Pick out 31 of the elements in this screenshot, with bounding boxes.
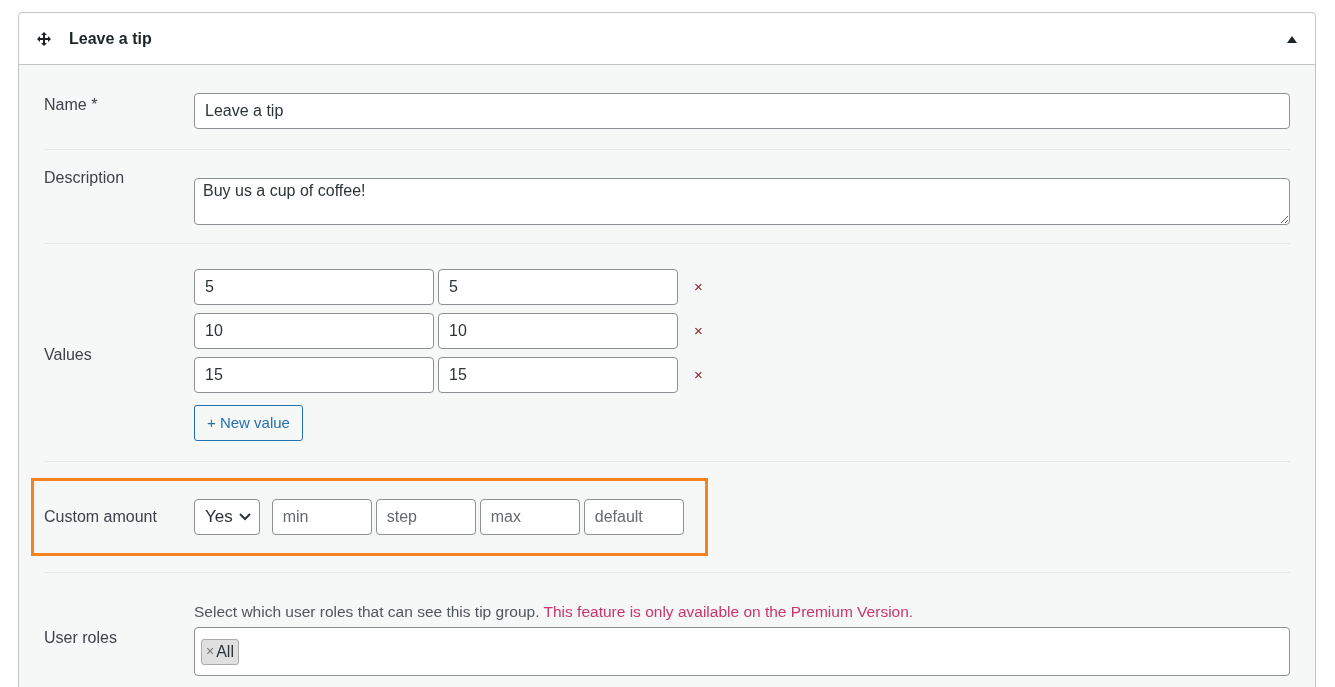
amount-option-field[interactable]: default: [583, 499, 684, 535]
custom-amount-select[interactable]: Yes: [194, 499, 260, 535]
label-field[interactable]: 10: [438, 313, 678, 349]
field-label: Description: [44, 168, 126, 188]
label-field[interactable]: 15: [438, 357, 678, 393]
chevron-icon: [238, 513, 251, 521]
move-icon[interactable]: [37, 31, 51, 46]
panel-header[interactable]: Leave a tip: [19, 13, 1315, 65]
field-label: Name *: [44, 95, 99, 115]
remove-tag-icon[interactable]: ×: [206, 641, 215, 663]
role-tag: ×All: [201, 638, 239, 665]
panel-title: Leave a tip: [69, 28, 152, 49]
remove-link[interactable]: ×: [694, 275, 703, 299]
field-label: Custom amount: [44, 507, 158, 527]
remove-link[interactable]: ×: [694, 319, 703, 343]
collapse-icon[interactable]: [1287, 35, 1297, 43]
label-field[interactable]: 5: [438, 269, 678, 305]
amount-field[interactable]: 15: [194, 357, 434, 393]
help-text: Select which user roles that can see this tip group. This feature is only available on the Premium Version.: [194, 602, 915, 622]
remove-link[interactable]: ×: [694, 363, 703, 387]
new-value-button[interactable]: + New value: [194, 405, 303, 441]
field-label: Values: [44, 345, 93, 365]
amount-option-field[interactable]: max: [479, 499, 580, 535]
field-label: User roles: [44, 628, 118, 649]
name-field[interactable]: Leave a tip: [194, 93, 1290, 129]
user-roles-field[interactable]: ×All: [194, 627, 1290, 677]
description-field[interactable]: Buy us a cup of coffee!: [194, 178, 1290, 225]
amount-field[interactable]: 5: [194, 269, 434, 305]
amount-option-field[interactable]: step: [375, 499, 476, 535]
amount-field[interactable]: 10: [194, 313, 434, 349]
amount-option-field[interactable]: min: [271, 499, 372, 535]
